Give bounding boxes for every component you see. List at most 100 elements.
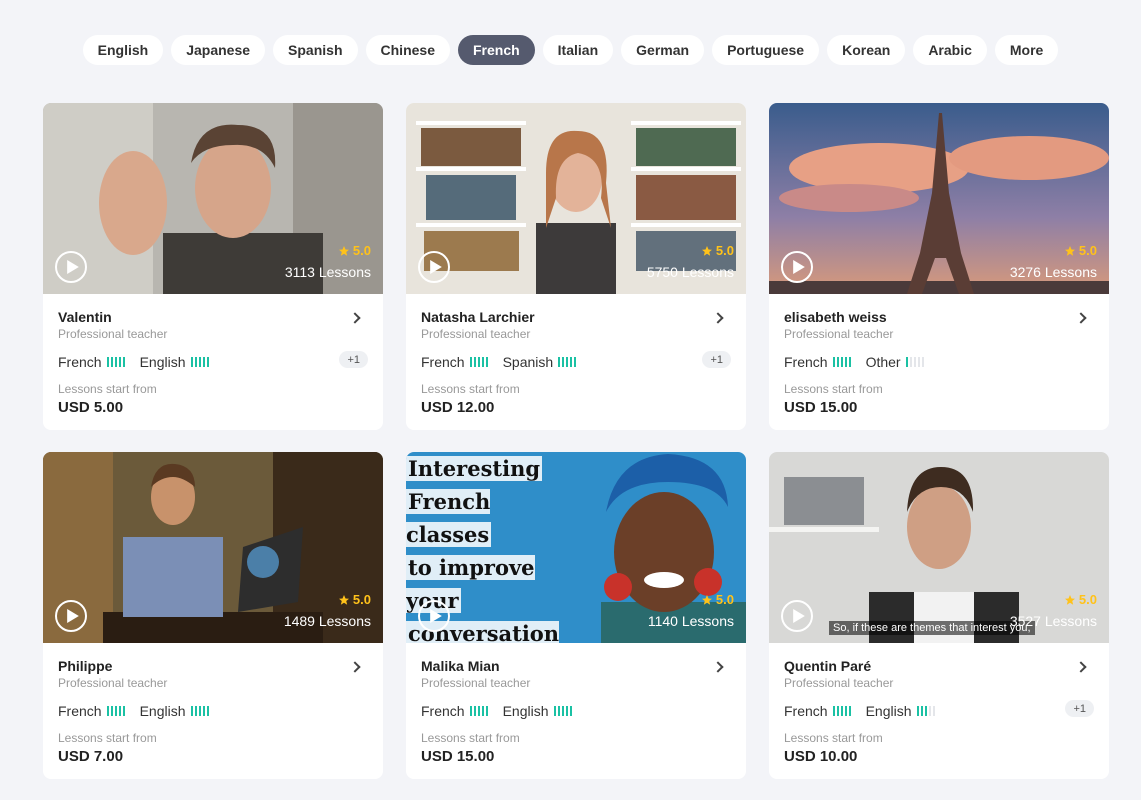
rating-value: 5.0	[1078, 592, 1097, 607]
play-icon[interactable]	[781, 600, 813, 632]
proficiency-bars	[469, 357, 488, 367]
teacher-name[interactable]: elisabeth weiss	[784, 309, 1094, 326]
teacher-name[interactable]: Valentin	[58, 309, 368, 326]
more-languages-badge[interactable]: +1	[1065, 700, 1094, 717]
teacher-card[interactable]: 5.0 3113 Lessons Valentin Professional t…	[43, 103, 383, 430]
teacher-name[interactable]: Philippe	[58, 658, 368, 675]
promo-line: French classes	[406, 489, 492, 547]
spoken-language-label: Other	[865, 354, 901, 370]
language-pill-more[interactable]: More	[994, 35, 1059, 65]
rating-value: 5.0	[352, 592, 371, 607]
spoken-language-label: French	[58, 354, 102, 370]
play-icon[interactable]	[418, 600, 450, 632]
spoken-language: English	[866, 703, 935, 719]
spoken-languages: French Other	[784, 353, 1094, 371]
teacher-video-thumbnail[interactable]: 5.0 3276 Lessons	[769, 103, 1109, 294]
language-pill-french[interactable]: French	[457, 35, 535, 65]
price-value: USD 15.00	[784, 399, 858, 416]
teacher-card[interactable]: So, if these are themes that interest yo…	[769, 452, 1109, 779]
teacher-name[interactable]: Malika Mian	[421, 658, 731, 675]
play-icon[interactable]	[418, 251, 450, 283]
rating-badge: 5.0	[701, 592, 734, 607]
price-value: USD 7.00	[58, 748, 124, 765]
price-label: Lessons start from	[421, 731, 520, 745]
language-pill-german[interactable]: German	[621, 35, 705, 65]
teacher-video-thumbnail[interactable]: 5.0 3113 Lessons	[43, 103, 383, 294]
play-icon[interactable]	[55, 251, 87, 283]
language-pill-spanish[interactable]: Spanish	[273, 35, 358, 65]
spoken-language: French	[784, 354, 851, 370]
price-value: USD 15.00	[421, 748, 495, 765]
teacher-name[interactable]: Quentin Paré	[784, 658, 1094, 675]
proficiency-bars	[190, 357, 209, 367]
spoken-language-label: Spanish	[502, 354, 554, 370]
lesson-count: 3527 Lessons	[1009, 613, 1097, 629]
teacher-video-thumbnail[interactable]: Interesting French classes to improve yo…	[406, 452, 746, 643]
language-pill-korean[interactable]: Korean	[827, 35, 906, 65]
spoken-language-label: English	[139, 703, 186, 719]
proficiency-bars	[553, 706, 572, 716]
price-label: Lessons start from	[784, 382, 883, 396]
rating-badge: 5.0	[338, 592, 371, 607]
teacher-card[interactable]: Interesting French classes to improve yo…	[406, 452, 746, 779]
spoken-language: French	[58, 703, 125, 719]
spoken-languages: French Spanish	[421, 353, 731, 371]
rating-value: 5.0	[715, 592, 734, 607]
spoken-language-label: French	[784, 354, 828, 370]
teacher-name[interactable]: Natasha Larchier	[421, 309, 731, 326]
lesson-count: 1489 Lessons	[283, 613, 371, 629]
star-icon	[701, 594, 712, 605]
proficiency-bars	[916, 706, 935, 716]
language-pill-arabic[interactable]: Arabic	[913, 35, 987, 65]
more-languages-badge[interactable]: +1	[702, 351, 731, 368]
language-pill-english[interactable]: English	[82, 35, 164, 65]
spoken-language: French	[784, 703, 851, 719]
rating-badge: 5.0	[1064, 243, 1097, 258]
language-pill-japanese[interactable]: Japanese	[171, 35, 266, 65]
spoken-language: French	[58, 354, 125, 370]
spoken-language: French	[421, 703, 488, 719]
price-label: Lessons start from	[58, 382, 157, 396]
spoken-language: French	[421, 354, 488, 370]
star-icon	[701, 245, 712, 256]
lesson-count: 1140 Lessons	[647, 613, 734, 629]
price-label: Lessons start from	[58, 731, 157, 745]
rating-value: 5.0	[715, 243, 734, 258]
proficiency-bars	[190, 706, 209, 716]
teacher-title: Professional teacher	[784, 327, 894, 341]
language-pill-italian[interactable]: Italian	[542, 35, 614, 65]
spoken-language-label: English	[139, 354, 186, 370]
play-icon[interactable]	[781, 251, 813, 283]
spoken-language: English	[140, 354, 209, 370]
play-icon[interactable]	[55, 600, 87, 632]
video-caption: So, if these are themes that interest yo…	[829, 621, 1035, 635]
language-pill-chinese[interactable]: Chinese	[365, 35, 450, 65]
rating-badge: 5.0	[701, 243, 734, 258]
proficiency-bars	[905, 357, 924, 367]
more-languages-badge[interactable]: +1	[339, 351, 368, 368]
spoken-language-label: French	[421, 703, 465, 719]
teacher-card[interactable]: 5.0 3276 Lessons elisabeth weiss Profess…	[769, 103, 1109, 430]
spoken-language: English	[140, 703, 209, 719]
rating-value: 5.0	[1078, 243, 1097, 258]
spoken-language-label: French	[421, 354, 465, 370]
star-icon	[338, 594, 349, 605]
spoken-language-label: French	[58, 703, 102, 719]
lesson-count: 3113 Lessons	[284, 264, 371, 280]
proficiency-bars	[832, 706, 851, 716]
spoken-language-label: French	[784, 703, 828, 719]
language-filter-bar: English Japanese Spanish Chinese French …	[0, 35, 1141, 65]
teacher-video-thumbnail[interactable]: 5.0 5750 Lessons	[406, 103, 746, 294]
spoken-languages: French English	[58, 702, 368, 720]
teacher-video-thumbnail[interactable]: So, if these are themes that interest yo…	[769, 452, 1109, 643]
teacher-card[interactable]: 5.0 1489 Lessons Philippe Professional t…	[43, 452, 383, 779]
teacher-title: Professional teacher	[421, 676, 531, 690]
teacher-card[interactable]: 5.0 5750 Lessons Natasha Larchier Profes…	[406, 103, 746, 430]
price-label: Lessons start from	[784, 731, 883, 745]
language-pill-portuguese[interactable]: Portuguese	[712, 35, 820, 65]
star-icon	[1064, 594, 1075, 605]
proficiency-bars	[106, 357, 125, 367]
teacher-title: Professional teacher	[58, 327, 168, 341]
proficiency-bars	[469, 706, 488, 716]
teacher-video-thumbnail[interactable]: 5.0 1489 Lessons	[43, 452, 383, 643]
